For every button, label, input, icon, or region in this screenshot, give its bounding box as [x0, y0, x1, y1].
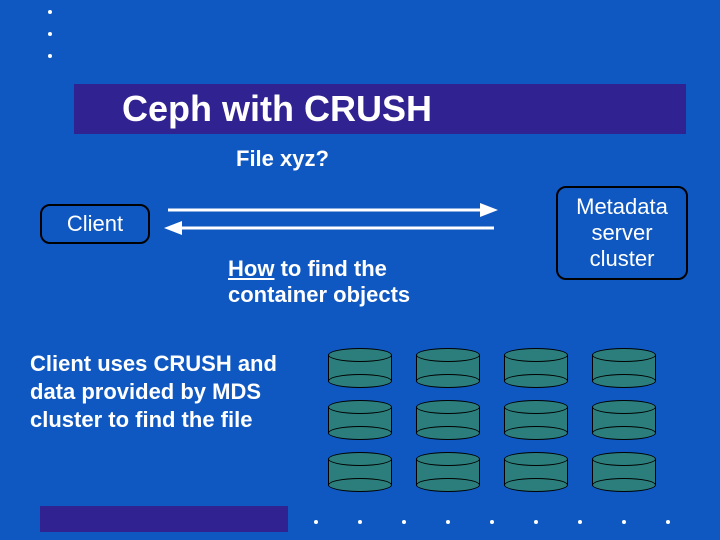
- request-response-arrows: [164, 198, 498, 242]
- decor-dot: [48, 32, 52, 36]
- decor-dot: [402, 520, 406, 524]
- file-question-label: File xyz?: [236, 146, 329, 172]
- crush-line1: Client uses CRUSH and: [30, 351, 277, 376]
- decor-dot: [48, 54, 52, 58]
- storage-cylinder-icon: [592, 348, 656, 388]
- decor-dot: [358, 520, 362, 524]
- decor-dot: [490, 520, 494, 524]
- mds-cluster-box: Metadata server cluster: [556, 186, 688, 280]
- decor-dot: [48, 10, 52, 14]
- storage-cylinder-icon: [328, 452, 392, 492]
- crush-line3: cluster to find the file: [30, 407, 252, 432]
- storage-cylinder-icon: [416, 400, 480, 440]
- storage-cylinder-icon: [328, 348, 392, 388]
- how-rest-line1: to find the: [274, 256, 386, 281]
- slide: Ceph with CRUSH File xyz? Client Metadat…: [0, 0, 720, 540]
- storage-cylinder-icon: [328, 400, 392, 440]
- footer-bar: [40, 506, 288, 532]
- crush-explanation-text: Client uses CRUSH and data provided by M…: [30, 350, 277, 434]
- storage-cylinder-icon: [592, 452, 656, 492]
- storage-cylinder-icon: [504, 348, 568, 388]
- client-node-box: Client: [40, 204, 150, 244]
- decor-dot: [446, 520, 450, 524]
- decor-dot: [666, 520, 670, 524]
- decor-dot: [578, 520, 582, 524]
- mds-label-line1: Metadata: [576, 194, 668, 219]
- decor-dot: [314, 520, 318, 524]
- mds-label-line3: cluster: [590, 246, 655, 271]
- how-line2: container objects: [228, 282, 410, 307]
- crush-line2: data provided by MDS: [30, 379, 261, 404]
- storage-cylinder-icon: [416, 452, 480, 492]
- slide-title: Ceph with CRUSH: [74, 84, 686, 134]
- storage-cylinder-icon: [504, 452, 568, 492]
- mds-label-line2: server: [591, 220, 652, 245]
- how-to-find-label: How to find the container objects: [228, 256, 410, 308]
- decor-dot: [622, 520, 626, 524]
- storage-cylinder-icon: [504, 400, 568, 440]
- storage-cylinder-icon: [592, 400, 656, 440]
- how-underlined-word: How: [228, 256, 274, 281]
- storage-cylinder-icon: [416, 348, 480, 388]
- decor-dot: [534, 520, 538, 524]
